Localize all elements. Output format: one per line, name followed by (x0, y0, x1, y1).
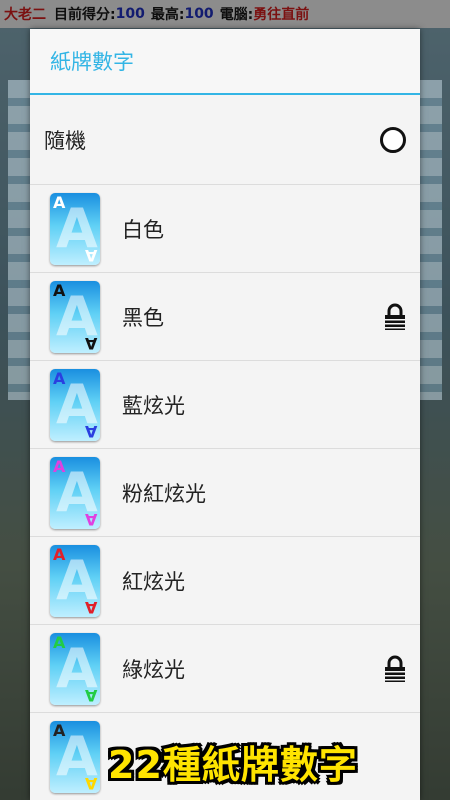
card-preview-icon: AAA (50, 632, 100, 705)
lock-icon (385, 655, 405, 682)
card-corner-letter-top: A (53, 192, 66, 212)
card-corner-letter-bottom: A (84, 685, 97, 705)
card-stack-left (8, 80, 30, 400)
card-preview-icon: AAA (50, 280, 100, 353)
card-corner-letter-bottom: A (84, 773, 97, 793)
promo-caption: 22種紙牌數字 (108, 743, 358, 787)
card-corner-letter-top: A (53, 456, 66, 476)
option-label: 藍炫光 (122, 393, 185, 418)
card-corner-letter-bottom: A (84, 597, 97, 617)
status-bar: 大老二 目前得分: 100 最高: 100 電腦: 勇往直前 (0, 0, 450, 28)
card-corner-letter-bottom: A (84, 421, 97, 441)
option-label: 綠炫光 (122, 657, 185, 682)
lock-icon (385, 303, 405, 330)
game-name: 大老二 (4, 7, 46, 23)
option-row[interactable]: A A A 粉紅炫光 (30, 449, 420, 537)
card-corner-letter-top: A (53, 720, 66, 740)
radio-icon[interactable] (380, 126, 406, 153)
option-random-label: 隨機 (44, 128, 86, 153)
card-stack-right (420, 80, 442, 400)
high-score-value: 100 (184, 6, 214, 22)
option-row[interactable]: A A A 白色 (30, 185, 420, 273)
high-score-label: 最高: (150, 7, 185, 23)
card-corner-letter-bottom: A (84, 245, 97, 265)
option-label: 黑色 (122, 305, 164, 330)
option-row[interactable]: A A A 紅炫光 (30, 537, 420, 625)
ai-label: 電腦: (219, 7, 254, 23)
option-random[interactable]: 隨機 (30, 95, 420, 185)
card-preview-icon: AAA (50, 544, 100, 617)
card-preview-icon: AAA (50, 456, 100, 529)
card-corner-letter-top: A (53, 368, 66, 388)
option-row[interactable]: A A A 黑色 (30, 273, 420, 361)
score-value: 100 (115, 6, 145, 22)
card-corner-letter-top: A (53, 632, 66, 652)
options-list: A A A 白色 A A A 黑色 A A A 藍炫光 A A A 粉紅炫光 A A A 紅炫光 A A A 綠炫光 A A A (30, 185, 420, 800)
option-label: 白色 (122, 217, 164, 242)
option-row[interactable]: A A A 綠炫光 (30, 625, 420, 713)
ai-value: 勇往直前 (253, 7, 310, 23)
card-corner-letter-top: A (53, 544, 66, 564)
option-label: 紅炫光 (122, 569, 185, 594)
card-corner-letter-bottom: A (84, 509, 97, 529)
card-preview-icon: AAA (50, 368, 100, 441)
card-corner-letter-top: A (53, 280, 66, 300)
score-label: 目前得分: (54, 7, 116, 23)
card-corner-letter-bottom: A (84, 333, 97, 353)
option-row[interactable]: A A A 藍炫光 (30, 361, 420, 449)
dialog-title: 紙牌數字 (30, 29, 420, 95)
card-preview-icon: AAA (50, 192, 100, 265)
card-preview-icon: AAA (50, 720, 100, 793)
option-label: 粉紅炫光 (122, 481, 206, 506)
card-number-dialog: 紙牌數字 隨機 A A A 白色 A A A 黑色 A A A 藍炫光 A A A 粉紅炫光 A A A 紅炫光 A A A… (30, 29, 420, 800)
